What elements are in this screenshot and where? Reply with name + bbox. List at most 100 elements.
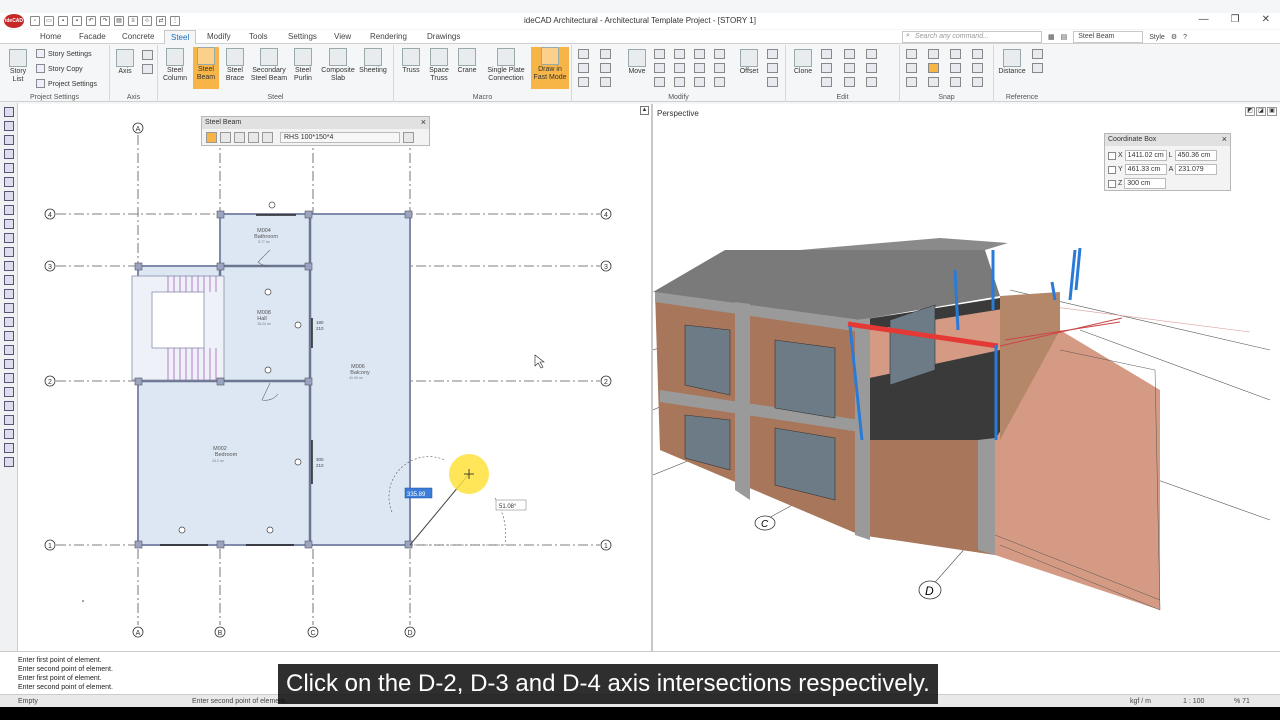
draw-tool-icon[interactable] bbox=[4, 233, 14, 243]
status-scale[interactable]: 1 : 100 bbox=[1183, 698, 1204, 705]
modify-tool-icon[interactable] bbox=[714, 77, 725, 87]
snap-tool-icon[interactable] bbox=[972, 49, 983, 59]
draw-tool-icon[interactable] bbox=[4, 107, 14, 117]
z-field[interactable]: 300 cm bbox=[1124, 178, 1167, 189]
draw-tool-icon[interactable] bbox=[4, 401, 14, 411]
snap-endpoint-icon[interactable] bbox=[928, 63, 939, 73]
modify-tool-icon[interactable] bbox=[694, 63, 705, 73]
axis-tool-icon[interactable] bbox=[142, 50, 153, 60]
steel-column-button[interactable]: Steel Column bbox=[162, 48, 188, 83]
length-field[interactable]: 450.36 cm bbox=[1174, 150, 1217, 161]
modify-tool-icon[interactable] bbox=[694, 49, 705, 59]
status-zoom[interactable]: % 71 bbox=[1234, 698, 1250, 705]
column[interactable] bbox=[134, 540, 143, 549]
draw-tool-icon[interactable] bbox=[4, 247, 14, 257]
crane-button[interactable]: Crane bbox=[454, 48, 480, 75]
column[interactable] bbox=[134, 262, 143, 271]
draw-tool-icon[interactable] bbox=[4, 191, 14, 201]
modify-tool-icon[interactable] bbox=[654, 63, 665, 73]
steel-beam-button[interactable]: Steel Beam bbox=[193, 47, 219, 89]
beam-mirror-icon[interactable] bbox=[262, 132, 273, 143]
snap-tool-icon[interactable] bbox=[906, 77, 917, 87]
modify-tool-icon[interactable] bbox=[578, 49, 589, 59]
column[interactable] bbox=[304, 377, 313, 386]
gear-icon[interactable]: ⚙ bbox=[1171, 33, 1177, 41]
steel-purlin-button[interactable]: Steel Purlin bbox=[289, 48, 317, 83]
draw-tool-icon[interactable] bbox=[4, 331, 14, 341]
snap-tool-icon[interactable] bbox=[906, 63, 917, 73]
grid-icon[interactable]: ▤ bbox=[1061, 33, 1068, 41]
space-truss-button[interactable]: Space Truss bbox=[426, 48, 452, 83]
edit-tool-icon[interactable] bbox=[821, 49, 832, 59]
steel-brace-button[interactable]: Steel Brace bbox=[222, 48, 248, 83]
move-button[interactable]: Move bbox=[624, 49, 650, 76]
draw-tool-icon[interactable] bbox=[4, 219, 14, 229]
sheeting-button[interactable]: Sheeting bbox=[357, 48, 389, 75]
draw-tool-icon[interactable] bbox=[4, 205, 14, 215]
column[interactable] bbox=[304, 262, 313, 271]
column[interactable] bbox=[216, 377, 225, 386]
edit-tool-icon[interactable] bbox=[866, 49, 877, 59]
snap-tool-icon[interactable] bbox=[928, 49, 939, 59]
secondary-steel-beam-button[interactable]: Secondary Steel Beam bbox=[249, 48, 289, 83]
snap-tool-icon[interactable] bbox=[972, 63, 983, 73]
y-field[interactable]: 461.33 cm bbox=[1124, 164, 1167, 175]
draw-tool-icon[interactable] bbox=[4, 135, 14, 145]
snap-tool-icon[interactable] bbox=[950, 63, 961, 73]
draw-tool-icon[interactable] bbox=[4, 121, 14, 131]
column[interactable] bbox=[216, 262, 225, 271]
axis-tool-icon[interactable] bbox=[142, 64, 153, 74]
truss-button[interactable]: Truss bbox=[398, 48, 424, 75]
story-list-button[interactable]: Story List bbox=[5, 49, 31, 84]
single-plate-connection-button[interactable]: Single Plate Connection bbox=[482, 48, 530, 83]
restore-button[interactable]: ❐ bbox=[1231, 14, 1240, 25]
viewport-maximize-icon[interactable]: ▲ bbox=[640, 106, 649, 115]
modify-tool-icon[interactable] bbox=[674, 49, 685, 59]
lock-y-checkbox[interactable] bbox=[1108, 165, 1116, 174]
edit-tool-icon[interactable] bbox=[821, 63, 832, 73]
x-field[interactable]: 1411.02 cm bbox=[1124, 150, 1167, 161]
column[interactable] bbox=[216, 210, 225, 219]
close-icon[interactable]: × bbox=[421, 117, 426, 128]
draw-tool-icon[interactable] bbox=[4, 373, 14, 383]
viewport-zoom-icon[interactable]: ◪ bbox=[1256, 107, 1266, 116]
snap-tool-icon[interactable] bbox=[906, 49, 917, 59]
story-settings-button[interactable]: Story Settings bbox=[36, 49, 92, 58]
status-units[interactable]: kgf / m bbox=[1130, 698, 1151, 705]
modify-tool-icon[interactable] bbox=[578, 77, 589, 87]
element-type-select[interactable]: Steel Beam bbox=[1073, 31, 1144, 43]
edit-tool-icon[interactable] bbox=[844, 77, 855, 87]
draw-tool-icon[interactable] bbox=[4, 275, 14, 285]
close-button[interactable]: ✕ bbox=[1262, 14, 1270, 25]
distance-button[interactable]: Distance bbox=[996, 49, 1028, 76]
edit-tool-icon[interactable] bbox=[866, 63, 877, 73]
angle-field[interactable]: 231.079 bbox=[1175, 164, 1218, 175]
draw-tool-icon[interactable] bbox=[4, 177, 14, 187]
edit-tool-icon[interactable] bbox=[844, 49, 855, 59]
tab-tools[interactable]: Tools bbox=[249, 32, 268, 41]
column[interactable] bbox=[404, 210, 413, 219]
draw-tool-icon[interactable] bbox=[4, 289, 14, 299]
tab-view[interactable]: View bbox=[334, 32, 351, 41]
draw-tool-icon[interactable] bbox=[4, 359, 14, 369]
draw-tool-icon[interactable] bbox=[4, 345, 14, 355]
tab-rendering[interactable]: Rendering bbox=[370, 32, 407, 41]
edit-tool-icon[interactable] bbox=[844, 63, 855, 73]
beam-section-icon[interactable] bbox=[234, 132, 245, 143]
modify-tool-icon[interactable] bbox=[600, 77, 611, 87]
draw-tool-icon[interactable] bbox=[4, 303, 14, 313]
tab-steel[interactable]: Steel bbox=[164, 30, 197, 44]
composite-slab-button[interactable]: Composite Slab bbox=[318, 48, 358, 83]
viewport-tile-icon[interactable]: ◩ bbox=[1245, 107, 1255, 116]
axis-button[interactable]: Axis bbox=[114, 49, 136, 76]
draw-tool-icon[interactable] bbox=[4, 387, 14, 397]
edit-tool-icon[interactable] bbox=[821, 77, 832, 87]
modify-tool-icon[interactable] bbox=[714, 63, 725, 73]
story-copy-button[interactable]: Story Copy bbox=[36, 64, 83, 73]
modify-tool-icon[interactable] bbox=[694, 77, 705, 87]
reference-tool-icon[interactable] bbox=[1032, 49, 1043, 59]
draw-tool-icon[interactable] bbox=[4, 443, 14, 453]
modify-tool-icon[interactable] bbox=[600, 63, 611, 73]
plan-viewport[interactable]: A A B C D 1 1 2 2 3 3 4 4 180 210 300 21… bbox=[18, 104, 651, 651]
modify-tool-icon[interactable] bbox=[654, 49, 665, 59]
